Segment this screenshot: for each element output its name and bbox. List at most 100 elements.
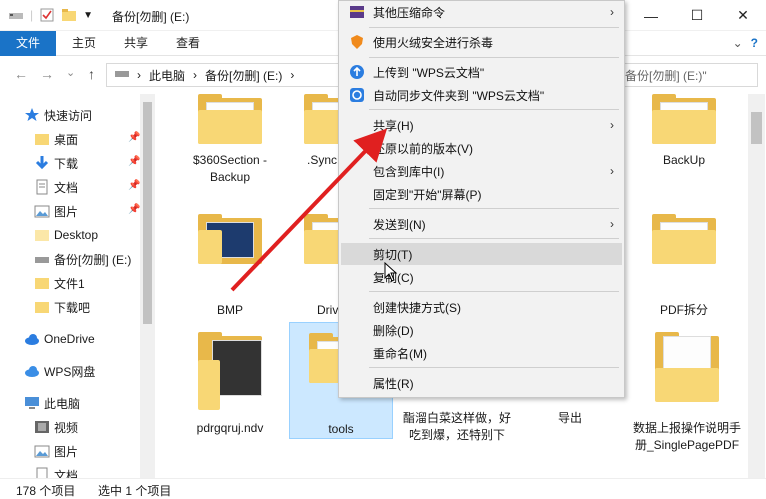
file-name: BMP <box>216 303 243 317</box>
upload-cloud-icon <box>349 64 365 80</box>
breadcrumb-separator: › <box>290 68 295 82</box>
star-icon <box>24 107 40 123</box>
ribbon-expand-icon[interactable]: ⌄ <box>733 36 743 50</box>
menu-item-pin-start[interactable]: 固定到"开始"屏幕(P) <box>341 183 622 205</box>
picture-icon <box>34 203 50 219</box>
file-item[interactable]: pdrgqruj.ndv <box>178 332 282 437</box>
file-item[interactable]: BackUp <box>632 94 736 169</box>
file-item[interactable]: PDF拆分 <box>632 214 736 319</box>
nav-pictures-pc[interactable]: 图片 <box>34 440 78 462</box>
menu-separator <box>369 367 619 368</box>
menu-item-properties[interactable]: 属性(R) <box>341 372 622 394</box>
folder-icon <box>34 299 50 315</box>
properties-icon[interactable] <box>39 7 55 23</box>
status-bar: 178 个项目 选中 1 个项目 <box>0 478 766 499</box>
nav-download-ba[interactable]: 下载吧 <box>34 296 90 318</box>
new-folder-icon[interactable] <box>61 7 77 23</box>
nav-this-pc[interactable]: 此电脑 <box>24 392 80 414</box>
nav-drive-e[interactable]: 备份[勿删] (E:) <box>34 248 131 270</box>
menu-item-create-shortcut[interactable]: 创建快捷方式(S) <box>341 296 622 318</box>
nav-desktop-folder[interactable]: Desktop <box>34 224 98 246</box>
file-name: 酯溜白菜这样做，好吃到爆，还特别下 <box>402 411 511 442</box>
document-icon <box>34 179 50 195</box>
mouse-cursor-icon <box>384 262 398 282</box>
submenu-arrow-icon: › <box>610 217 614 231</box>
file-name: 数据上报操作说明手册_SinglePagePDF <box>632 421 741 452</box>
content-scrollbar[interactable] <box>748 94 765 478</box>
archive-icon <box>349 4 365 20</box>
breadcrumb-separator: › <box>193 68 198 82</box>
nav-onedrive[interactable]: OneDrive <box>24 328 95 350</box>
menu-item-rename[interactable]: 重命名(M) <box>341 342 622 364</box>
nav-documents-pc[interactable]: 文档 <box>34 464 78 478</box>
pin-icon[interactable]: 📌 <box>128 132 140 143</box>
up-button[interactable]: ↑ <box>88 66 95 82</box>
search-input[interactable]: 备份[勿删] (E:)" <box>618 63 758 87</box>
menu-item-upload-wps[interactable]: 上传到 "WPS云文档" <box>341 61 622 83</box>
folder-icon <box>198 94 262 144</box>
recent-locations-button[interactable]: ⌄ <box>66 66 75 79</box>
menu-separator <box>369 291 619 292</box>
menu-separator <box>369 238 619 239</box>
menu-item-restore-versions[interactable]: 还原以前的版本(V) <box>341 137 622 159</box>
maximize-button[interactable]: ☐ <box>674 0 720 31</box>
menu-item-include-library[interactable]: 包含到库中(I) › <box>341 160 622 182</box>
file-item[interactable]: $360Section - Backup <box>178 94 282 186</box>
file-name: $360Section - Backup <box>192 153 268 184</box>
menu-item-huorong-scan[interactable]: 使用火绒安全进行杀毒 <box>341 31 622 53</box>
menu-item-delete[interactable]: 删除(D) <box>341 319 622 341</box>
submenu-arrow-icon: › <box>610 164 614 178</box>
menu-item-other-compress[interactable]: 其他压缩命令 › <box>341 1 622 23</box>
nav-desktop[interactable]: 桌面 <box>34 128 78 150</box>
breadcrumb-drive-e[interactable]: 备份[勿删] (E:) <box>205 67 282 84</box>
file-name: BackUp <box>662 153 706 167</box>
menu-separator <box>369 57 619 58</box>
nav-quick-access[interactable]: 快速访问 <box>24 104 92 126</box>
menu-item-share[interactable]: 共享(H) › <box>341 114 622 136</box>
nav-downloads[interactable]: 下载 <box>34 152 78 174</box>
nav-videos[interactable]: 视频 <box>34 416 78 438</box>
pin-icon[interactable]: 📌 <box>128 204 140 215</box>
file-name: PDF拆分 <box>659 303 708 317</box>
nav-wps-drive[interactable]: WPS网盘 <box>24 360 95 382</box>
tab-share[interactable]: 共享 <box>110 31 162 56</box>
folder-icon <box>652 94 716 144</box>
download-icon <box>34 155 50 171</box>
shield-icon <box>349 34 365 50</box>
search-placeholder: 备份[勿删] (E:)" <box>625 68 707 83</box>
tab-view[interactable]: 查看 <box>162 31 214 56</box>
file-name: pdrgqruj.ndv <box>196 421 264 435</box>
help-icon[interactable]: ? <box>751 36 758 50</box>
nav-file1[interactable]: 文件1 <box>34 272 85 294</box>
content-scrollbar-thumb[interactable] <box>751 112 762 144</box>
drive-icon <box>8 7 24 23</box>
close-button[interactable]: ✕ <box>720 0 766 31</box>
menu-item-send-to[interactable]: 发送到(N) › <box>341 213 622 235</box>
forward-button[interactable]: → <box>40 66 54 82</box>
menu-item-sync-wps[interactable]: 自动同步文件夹到 "WPS云文档" <box>341 84 622 106</box>
document-icon <box>34 467 50 478</box>
item-count: 178 个项目 <box>16 484 76 498</box>
folder-icon <box>655 332 719 402</box>
tab-file[interactable]: 文件 <box>0 31 56 56</box>
customize-toolbar-icon[interactable]: ▼ <box>83 10 93 21</box>
pin-icon[interactable]: 📌 <box>128 156 140 167</box>
file-item[interactable]: 数据上报操作说明手册_SinglePagePDF <box>632 332 742 454</box>
file-item[interactable]: BMP <box>178 214 282 319</box>
address-bar[interactable]: › 此电脑 › 备份[勿删] (E:) › <box>106 63 352 87</box>
tab-home[interactable]: 主页 <box>58 31 110 56</box>
cloud-icon <box>24 331 40 347</box>
minimize-button[interactable]: — <box>628 0 674 31</box>
selected-count: 选中 1 个项目 <box>98 484 172 498</box>
drive-icon <box>115 68 129 82</box>
nav-scrollbar-thumb[interactable] <box>143 102 152 324</box>
breadcrumb-this-pc[interactable]: 此电脑 <box>149 67 185 84</box>
back-button[interactable]: ← <box>14 66 28 82</box>
nav-documents[interactable]: 文档 <box>34 176 78 198</box>
menu-separator <box>369 27 619 28</box>
menu-separator <box>369 109 619 110</box>
pin-icon[interactable]: 📌 <box>128 180 140 191</box>
nav-pictures[interactable]: 图片 <box>34 200 78 222</box>
folder-icon <box>198 214 262 264</box>
navigation-pane: 快速访问 桌面 下载 文档 图片 Desktop 备份[勿删] (E:) 文件1… <box>0 94 156 478</box>
